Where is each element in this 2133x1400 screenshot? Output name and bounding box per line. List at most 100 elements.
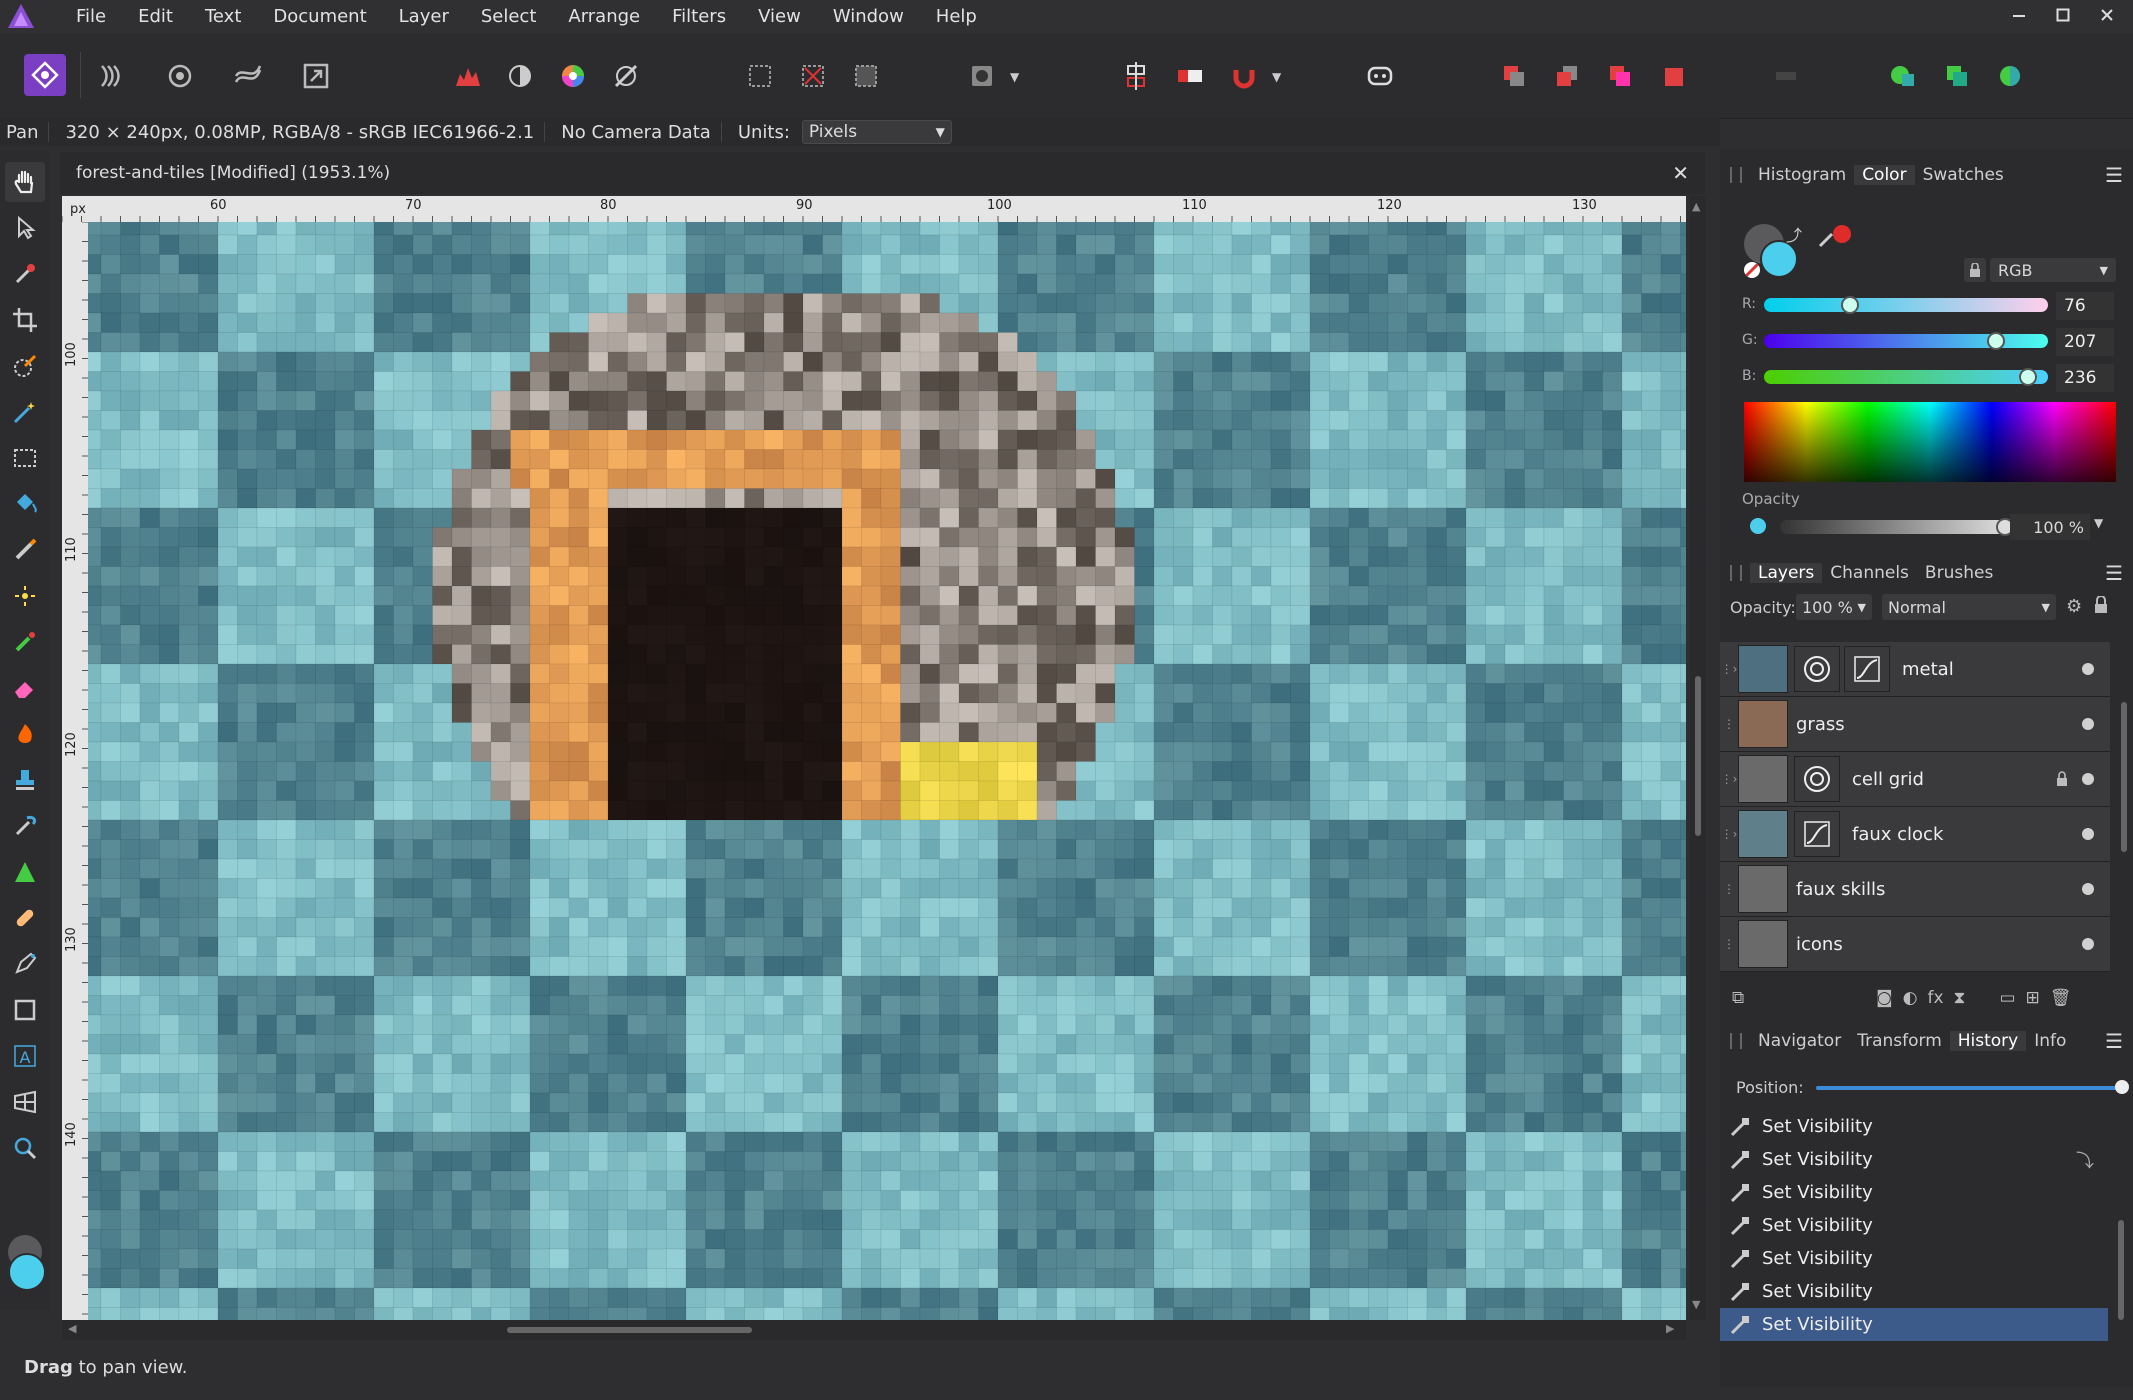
develop-persona-button[interactable] bbox=[160, 56, 200, 96]
auto-white-balance-button[interactable] bbox=[606, 56, 646, 96]
canvas-pixel bbox=[510, 488, 531, 509]
snapping-dropdown-icon[interactable]: ▼ bbox=[1272, 70, 1281, 84]
canvas-pixel bbox=[510, 429, 531, 450]
view-tool[interactable] bbox=[5, 162, 45, 202]
canvas-pixel bbox=[1641, 819, 1662, 840]
zoom-tool[interactable] bbox=[5, 1128, 45, 1168]
pen-tool[interactable] bbox=[5, 944, 45, 984]
levels-button[interactable] bbox=[448, 56, 488, 96]
stamp-tool[interactable] bbox=[5, 760, 45, 800]
canvas-pixel bbox=[1621, 1014, 1642, 1035]
canvas-pixel bbox=[1192, 1229, 1213, 1250]
menu-edit[interactable]: Edit bbox=[122, 0, 189, 34]
move-to-front-button[interactable] bbox=[1653, 56, 1693, 96]
canvas[interactable] bbox=[62, 196, 1686, 1320]
canvas-pixel bbox=[646, 975, 667, 996]
canvas-pixel bbox=[1231, 917, 1252, 938]
pen-nib-icon bbox=[15, 952, 37, 974]
canvas-pixel bbox=[744, 1092, 765, 1113]
canvas-pixel bbox=[978, 410, 999, 431]
canvas-pixel bbox=[1153, 234, 1174, 255]
canvas-pixel bbox=[432, 1112, 453, 1133]
auto-contrast-button[interactable] bbox=[500, 56, 540, 96]
flood-fill-tool[interactable] bbox=[5, 484, 45, 524]
liquify-persona-button[interactable] bbox=[92, 56, 132, 96]
boolean-intersect-button[interactable] bbox=[1990, 56, 2030, 96]
invert-selection-button[interactable] bbox=[846, 56, 886, 96]
canvas-pixel bbox=[1680, 1287, 1686, 1308]
canvas-pixel bbox=[666, 1287, 687, 1308]
canvas-pixel bbox=[237, 254, 258, 275]
erase-tool[interactable] bbox=[5, 668, 45, 708]
selection-brush-tool[interactable] bbox=[5, 346, 45, 386]
export-persona-button[interactable] bbox=[296, 56, 336, 96]
maximize-button[interactable] bbox=[2040, 0, 2086, 30]
auto-colors-button[interactable] bbox=[553, 56, 593, 96]
canvas-pixel bbox=[1017, 819, 1038, 840]
canvas-pixel bbox=[1270, 917, 1291, 938]
menu-view[interactable]: View bbox=[742, 0, 817, 34]
canvas-pixel bbox=[1270, 1209, 1291, 1230]
clone-tool[interactable] bbox=[5, 622, 45, 662]
canvas-pixel bbox=[1212, 741, 1233, 762]
quick-mask-button[interactable] bbox=[962, 56, 1002, 96]
boolean-add-button[interactable] bbox=[1883, 56, 1923, 96]
flood-select-tool[interactable] bbox=[5, 392, 45, 432]
boolean-subtract-button[interactable] bbox=[1937, 56, 1977, 96]
deselect-button[interactable] bbox=[793, 56, 833, 96]
forward-one-button[interactable] bbox=[1600, 56, 1640, 96]
canvas-pixel bbox=[1563, 722, 1584, 743]
color-picker-tool[interactable] bbox=[5, 254, 45, 294]
menu-filters[interactable]: Filters bbox=[656, 0, 742, 34]
document-tab[interactable]: forest-and-tiles [Modified] (1953.1%) ✕ bbox=[60, 152, 1705, 194]
assistant-button[interactable] bbox=[1360, 56, 1400, 96]
menu-text[interactable]: Text bbox=[189, 0, 257, 34]
photo-persona-button[interactable] bbox=[24, 54, 66, 96]
canvas-pixel bbox=[412, 624, 433, 645]
canvas-pixel bbox=[256, 527, 277, 548]
canvas-pixel bbox=[1368, 293, 1389, 314]
snapping-button[interactable] bbox=[1170, 56, 1210, 96]
canvas-pixel bbox=[451, 234, 472, 255]
canvas-pixel bbox=[510, 1131, 531, 1152]
canvas-pixel bbox=[510, 605, 531, 626]
minimize-button[interactable] bbox=[1996, 0, 2042, 30]
tone-map-persona-button[interactable] bbox=[228, 56, 268, 96]
smudge-tool[interactable] bbox=[5, 806, 45, 846]
menu-help[interactable]: Help bbox=[920, 0, 993, 34]
text-tool[interactable]: A bbox=[5, 1036, 45, 1076]
menu-document[interactable]: Document bbox=[257, 0, 382, 34]
canvas-pixel bbox=[178, 410, 199, 431]
dodge-tool[interactable] bbox=[5, 576, 45, 616]
eraser-icon bbox=[15, 682, 33, 698]
menu-layer[interactable]: Layer bbox=[383, 0, 465, 34]
burn-tool[interactable] bbox=[5, 714, 45, 754]
mesh-warp-tool[interactable] bbox=[5, 1082, 45, 1122]
healing-brush-tool[interactable] bbox=[5, 898, 45, 938]
canvas-pixel bbox=[685, 936, 706, 957]
close-document-icon[interactable]: ✕ bbox=[1672, 161, 1689, 185]
sharpen-tool[interactable] bbox=[5, 852, 45, 892]
move-to-back-button[interactable] bbox=[1494, 56, 1534, 96]
close-window-button[interactable] bbox=[2084, 0, 2130, 30]
menu-file[interactable]: File bbox=[60, 0, 122, 34]
crop-tool[interactable] bbox=[5, 300, 45, 340]
canvas-pixel bbox=[1095, 663, 1116, 684]
canvas-pixel bbox=[822, 1190, 843, 1211]
menu-window[interactable]: Window bbox=[817, 0, 920, 34]
move-tool[interactable] bbox=[5, 208, 45, 248]
quick-mask-dropdown-icon[interactable]: ▼ bbox=[1010, 70, 1019, 84]
back-one-button[interactable] bbox=[1547, 56, 1587, 96]
magnet-snap-button[interactable] bbox=[1224, 56, 1264, 96]
marquee-tool[interactable] bbox=[5, 438, 45, 478]
rectangle-tool[interactable] bbox=[5, 990, 45, 1030]
foreground-color-swatch[interactable] bbox=[8, 1253, 46, 1291]
menu-arrange[interactable]: Arrange bbox=[552, 0, 656, 34]
canvas-pixel bbox=[1251, 566, 1272, 587]
select-all-button[interactable] bbox=[740, 56, 780, 96]
paint-brush-tool[interactable] bbox=[5, 530, 45, 570]
units-select[interactable]: Pixels ▼ bbox=[801, 120, 952, 144]
canvas-pixel bbox=[1212, 761, 1233, 782]
align-button[interactable] bbox=[1116, 56, 1156, 96]
menu-select[interactable]: Select bbox=[465, 0, 553, 34]
